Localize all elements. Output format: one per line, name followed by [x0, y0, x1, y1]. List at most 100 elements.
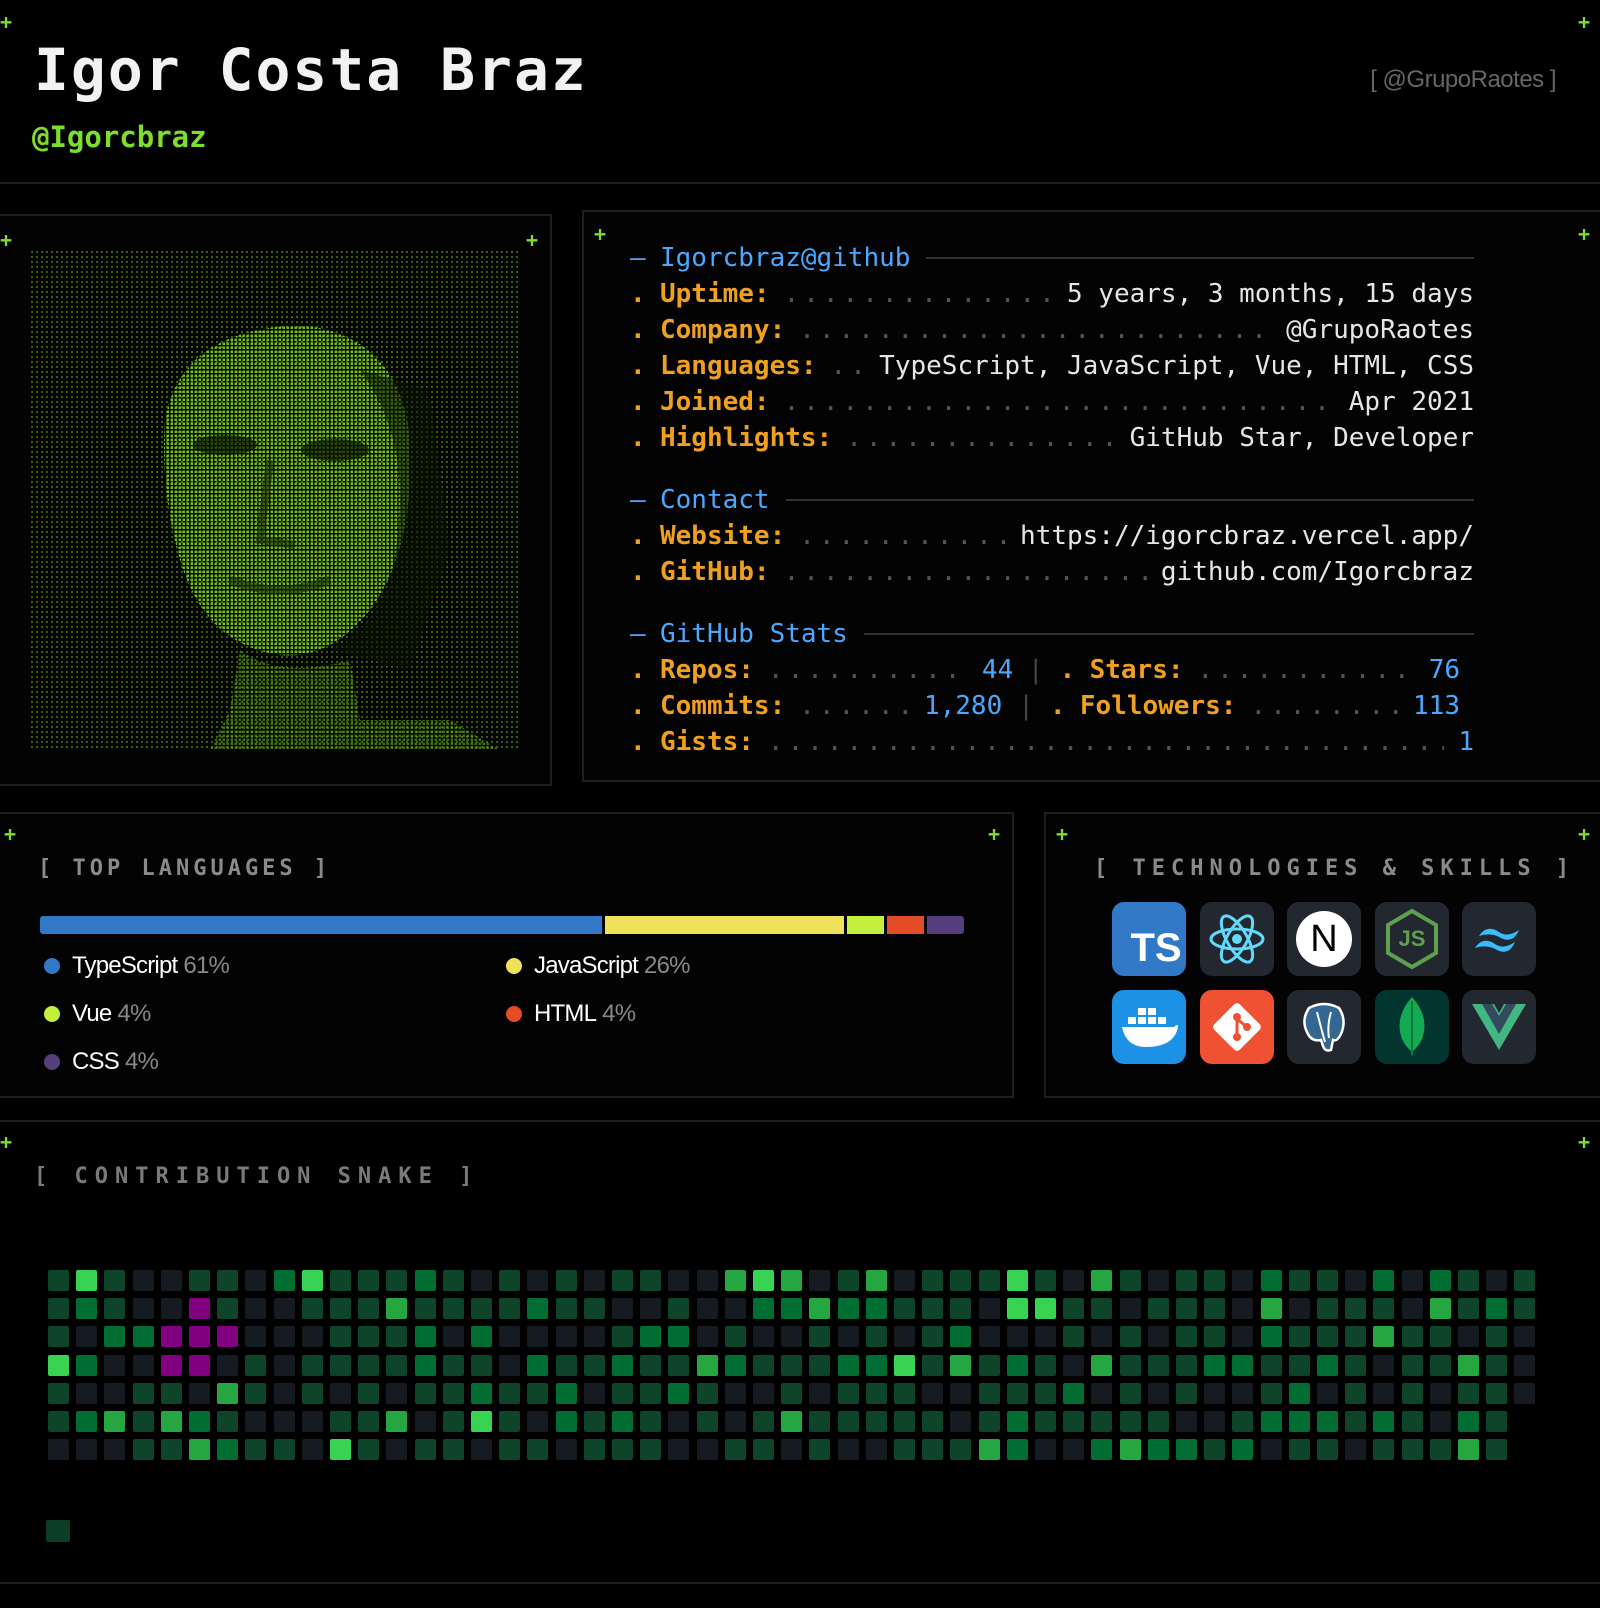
contribution-cell: [697, 1326, 718, 1347]
language-legend-item: Vue 4%: [44, 1000, 151, 1028]
typescript-icon[interactable]: TS: [1112, 902, 1186, 976]
contribution-cell: [1402, 1383, 1423, 1404]
docker-icon[interactable]: [1112, 990, 1186, 1064]
contribution-cell: [330, 1270, 351, 1291]
contribution-cell: [48, 1411, 69, 1432]
contribution-cell: [104, 1439, 125, 1460]
ts-glyph: TS: [1130, 925, 1182, 970]
contribution-cell: [1373, 1383, 1394, 1404]
contribution-cell: [133, 1411, 154, 1432]
contribution-title: [ CONTRIBUTION SNAKE ]: [34, 1164, 480, 1189]
github-link[interactable]: github.com/Igorcbraz: [1161, 554, 1474, 590]
contribution-cell: [1148, 1355, 1169, 1376]
contribution-cell: [584, 1270, 605, 1291]
contribution-cell: [1458, 1439, 1479, 1460]
language-name: JavaScript: [534, 952, 639, 979]
tailwind-icon[interactable]: [1462, 902, 1536, 976]
contribution-cell: [415, 1411, 436, 1432]
contribution-cell: [725, 1270, 746, 1291]
divider: [0, 182, 1600, 184]
corner-plus: +: [594, 222, 607, 246]
languages-label: Languages:: [660, 351, 817, 381]
leader-dots: ........................................…: [830, 351, 866, 381]
contribution-cell: [161, 1355, 182, 1376]
org-tag[interactable]: [ @GrupoRaotes ]: [1370, 66, 1556, 94]
contribution-cell: [866, 1326, 887, 1347]
contribution-legend-cell: [46, 1520, 70, 1542]
contribution-cell: [104, 1270, 125, 1291]
corner-plus: +: [0, 1130, 13, 1154]
languages-value: TypeScript, JavaScript, Vue, HTML, CSS: [879, 351, 1474, 381]
contribution-cell: [1261, 1411, 1282, 1432]
contribution-cell: [1317, 1383, 1338, 1404]
language-percent: 4%: [602, 1000, 636, 1027]
contribution-cell: [838, 1439, 859, 1460]
contribution-cell: [527, 1355, 548, 1376]
contribution-cell: [781, 1298, 802, 1319]
contribution-cell: [1120, 1326, 1141, 1347]
contribution-cell: [1063, 1270, 1084, 1291]
contribution-cell: [1430, 1326, 1451, 1347]
contribution-cell: [48, 1298, 69, 1319]
contribution-cell: [217, 1411, 238, 1432]
contribution-cell: [612, 1411, 633, 1432]
contribution-cell: [1261, 1326, 1282, 1347]
contribution-cell: [1091, 1383, 1112, 1404]
leader-dots: ..........................: [1197, 655, 1415, 685]
contribution-cell: [1232, 1439, 1253, 1460]
contribution-cell: [1430, 1270, 1451, 1291]
contribution-cell: [302, 1326, 323, 1347]
company-value[interactable]: @GrupoRaotes: [1286, 312, 1474, 348]
contribution-cell: [471, 1270, 492, 1291]
vue-icon[interactable]: [1462, 990, 1536, 1064]
contribution-cell: [217, 1355, 238, 1376]
nodejs-icon[interactable]: JS: [1375, 902, 1449, 976]
contribution-cell: [527, 1270, 548, 1291]
contribution-cell: [584, 1439, 605, 1460]
contribution-cell: [1317, 1326, 1338, 1347]
leader-dots: ........................................…: [799, 315, 1272, 345]
contribution-cell: [1204, 1411, 1225, 1432]
contribution-cell: [499, 1355, 520, 1376]
contribution-cell: [640, 1326, 661, 1347]
nextjs-icon[interactable]: N: [1287, 902, 1361, 976]
contribution-cell: [1035, 1383, 1056, 1404]
contribution-cell: [922, 1355, 943, 1376]
contribution-cell: [217, 1298, 238, 1319]
contribution-cell: [1486, 1326, 1507, 1347]
stat-separator: |: [1027, 655, 1044, 685]
git-icon[interactable]: [1200, 990, 1274, 1064]
contribution-cell: [922, 1298, 943, 1319]
contribution-cell: [1176, 1326, 1197, 1347]
postgresql-icon[interactable]: [1287, 990, 1361, 1064]
language-legend-item: HTML 4%: [506, 1000, 636, 1028]
stats-title: GitHub Stats: [660, 619, 848, 649]
contribution-cell: [499, 1298, 520, 1319]
contribution-cell: [189, 1355, 210, 1376]
mongodb-icon[interactable]: [1375, 990, 1449, 1064]
contribution-cell: [76, 1411, 97, 1432]
react-icon[interactable]: [1200, 902, 1274, 976]
contribution-cell: [894, 1383, 915, 1404]
uptime-value: 5 years, 3 months, 15 days: [1067, 279, 1474, 309]
profile-handle[interactable]: @Igorcbraz: [32, 120, 207, 154]
contribution-cell: [612, 1355, 633, 1376]
contribution-cell: [161, 1411, 182, 1432]
contribution-cell: [640, 1298, 661, 1319]
contribution-cell: [1063, 1383, 1084, 1404]
language-color-dot: [44, 1054, 60, 1070]
contribution-cell: [133, 1355, 154, 1376]
contribution-cell: [612, 1326, 633, 1347]
contribution-cell: [1035, 1439, 1056, 1460]
contribution-cell: [640, 1383, 661, 1404]
language-color-dot: [506, 958, 522, 974]
language-name: Vue: [72, 1000, 112, 1027]
website-link[interactable]: https://igorcbraz.vercel.app/: [1020, 518, 1474, 554]
contribution-cell: [1486, 1383, 1507, 1404]
contribution-cell: [753, 1355, 774, 1376]
contribution-cell: [668, 1439, 689, 1460]
contribution-cell: [640, 1411, 661, 1432]
language-color-dot: [506, 1006, 522, 1022]
contribution-cell: [161, 1298, 182, 1319]
contribution-cell: [217, 1383, 238, 1404]
